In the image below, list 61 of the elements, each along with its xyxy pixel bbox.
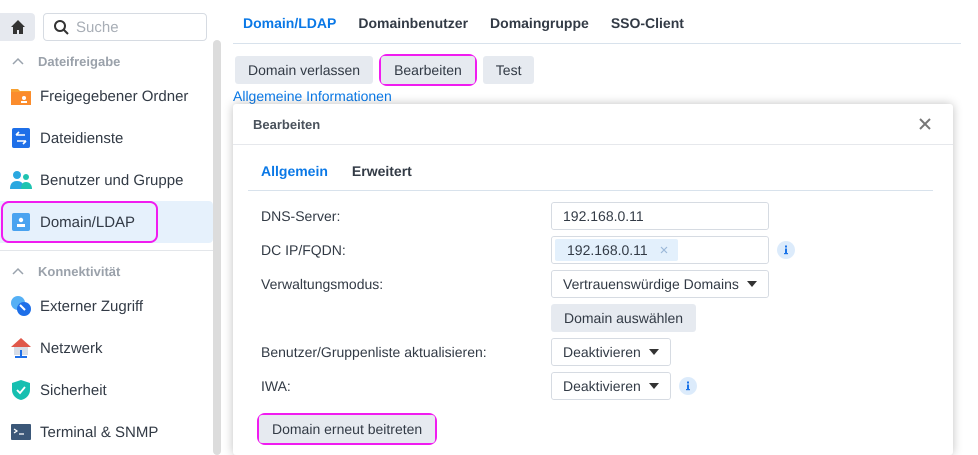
tab[interactable]: Domain/LDAP (243, 15, 336, 43)
dropdown[interactable]: Vertrauenswürdige Domains (551, 270, 769, 298)
scrollbar[interactable] (213, 40, 221, 455)
sidebar-item[interactable]: Terminal & SNMP (0, 411, 213, 453)
field-label: DNS-Server: (261, 208, 342, 224)
item-label: Freigegebener Ordner (40, 88, 188, 104)
folder-icon (10, 86, 32, 106)
sidebar-item[interactable]: Domain/LDAP (0, 201, 213, 243)
button[interactable]: Domain auswählen (551, 304, 696, 332)
toolbar-button[interactable]: Domain verlassen (235, 56, 374, 84)
field-label: Benutzer/Gruppenliste aktualisieren: (261, 344, 488, 360)
sidebar-item[interactable]: Freigegebener Ordner (0, 75, 213, 117)
home-button[interactable] (0, 13, 35, 41)
rejoin-domain-button[interactable]: Domain erneut beitreten (259, 415, 436, 443)
tab[interactable]: Allgemein (261, 163, 328, 190)
shield-icon (10, 379, 32, 401)
item-label: Externer Zugriff (40, 298, 144, 314)
dropdown[interactable]: Deaktivieren (551, 338, 671, 366)
sidebar-item[interactable]: Netzwerk (0, 327, 213, 369)
close-icon[interactable] (919, 118, 931, 130)
tab[interactable]: Domaingruppe (490, 15, 589, 43)
field-label: IWA: (261, 378, 292, 394)
info-icon[interactable] (777, 241, 795, 259)
section-link[interactable]: Allgemeine Informationen (233, 88, 978, 104)
section-heading: Konnektivität (38, 264, 120, 278)
section-heading: Dateifreigabe (38, 54, 120, 68)
dialog-title: Bearbeiten (253, 116, 320, 132)
sidebar-item[interactable]: Sicherheit (0, 369, 213, 411)
text-field[interactable]: 192.168.0.11 (551, 202, 769, 230)
tab[interactable]: Erweitert (352, 163, 412, 190)
sidebar-item[interactable]: Benutzer und Gruppe (0, 159, 213, 201)
dropdown[interactable]: Deaktivieren (551, 372, 671, 400)
dropdown-caret-icon (649, 349, 659, 355)
info-icon[interactable] (679, 377, 697, 395)
item-label: Netzwerk (40, 340, 103, 356)
sidebar-item[interactable]: Externer Zugriff (0, 285, 213, 327)
home-icon (10, 19, 26, 35)
collapse-caret-icon[interactable] (12, 267, 24, 275)
house-icon (10, 337, 32, 359)
contact-card-icon (10, 212, 32, 232)
dropdown-caret-icon (747, 281, 757, 287)
item-label: Terminal & SNMP (40, 424, 158, 440)
item-label: Dateidienste (40, 130, 124, 146)
field-label: Verwaltungsmodus: (261, 276, 384, 292)
dropdown-caret-icon (649, 383, 659, 389)
terminal-icon (10, 423, 32, 441)
tab[interactable]: SSO-Client (610, 15, 684, 43)
collapse-caret-icon[interactable] (12, 57, 24, 65)
users-icon (10, 170, 32, 190)
item-label: Domain/LDAP (40, 214, 136, 230)
toolbar-button[interactable]: Bearbeiten (381, 56, 475, 84)
tag-field[interactable]: 192.168.0.11 (551, 236, 769, 264)
sidebar-item[interactable]: Dateidienste (0, 117, 213, 159)
item-label: Benutzer und Gruppe (40, 172, 184, 188)
tag-label: 192.168.0.11 (567, 242, 648, 258)
tab[interactable]: Domainbenutzer (358, 15, 468, 43)
toolbar-button[interactable]: Test (482, 56, 534, 84)
item-label: Sicherheit (40, 382, 107, 398)
search-field[interactable]: Suche (43, 13, 207, 41)
field-label: DC IP/FQDN: (261, 242, 347, 258)
file-transfer-icon (10, 127, 32, 149)
